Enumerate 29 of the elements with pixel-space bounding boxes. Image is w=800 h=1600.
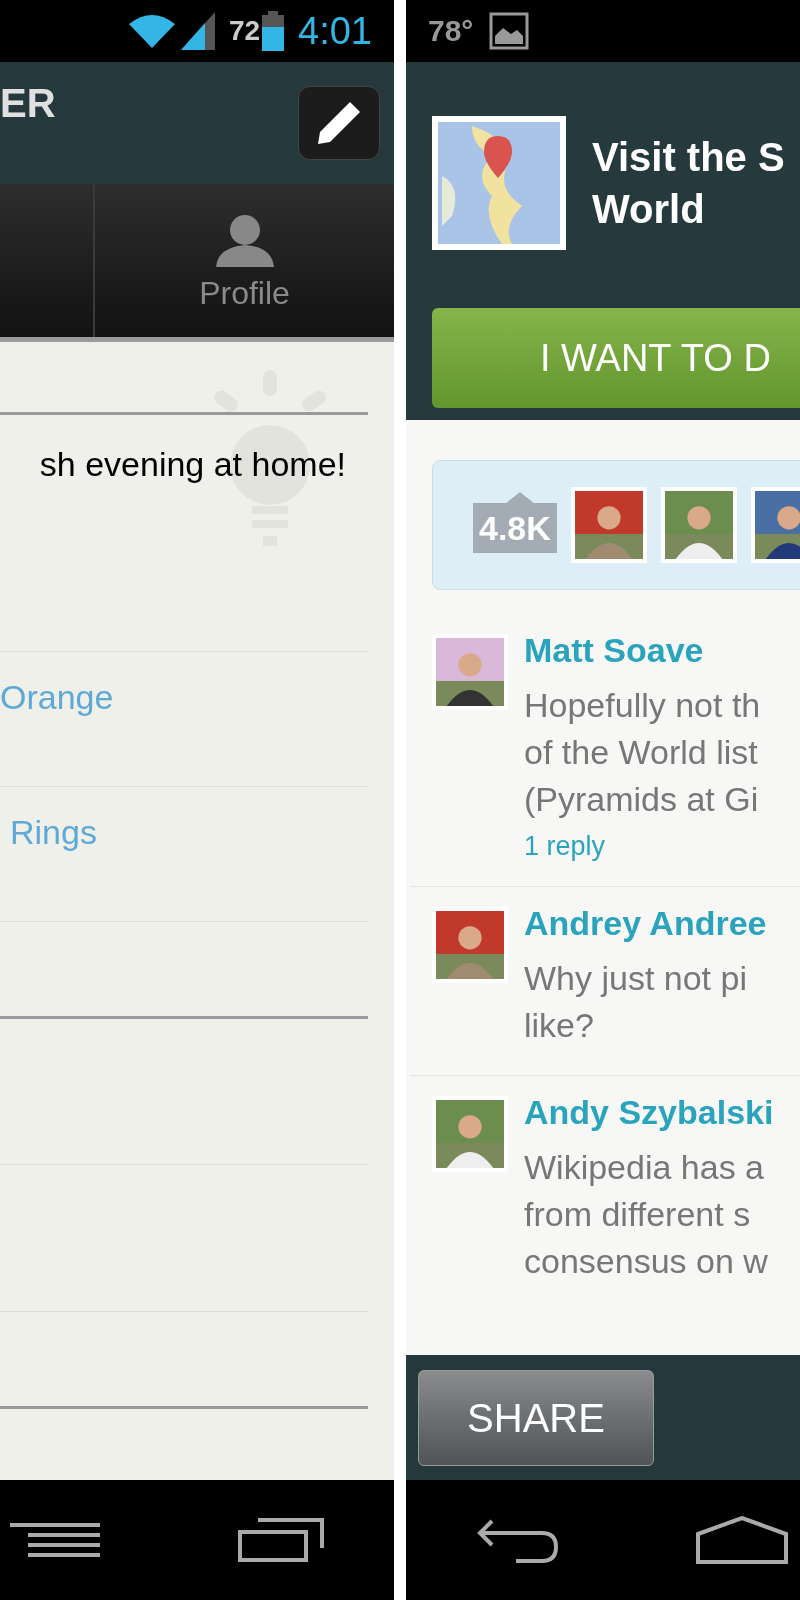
share-button[interactable]: SHARE [418,1369,654,1466]
offer-title: Visit the S [592,134,785,181]
comment-author[interactable]: Andy Szybalski [524,1090,774,1134]
comment-text: Why just not pi like? [524,958,748,1046]
battery-level: 72 [228,17,261,45]
clock: 4:01 [298,12,372,50]
list-item-link[interactable]: Rings [0,815,97,921]
list-item-link[interactable]: Orange [0,680,114,786]
temperature: 78° [428,16,474,46]
back-icon[interactable] [476,1517,560,1563]
menu-icon[interactable] [10,1523,100,1557]
wifi-icon [126,12,177,50]
home-icon[interactable] [696,1516,788,1564]
replies-link[interactable]: 1 reply [524,833,761,860]
edit-button[interactable] [298,86,380,160]
comment-author[interactable]: Matt Soave [524,628,761,672]
person-icon [213,212,276,267]
want-to-do-button[interactable]: I WANT TO D [432,308,800,408]
offer-title: World [592,186,706,233]
post-text: sh evening at home! [39,447,346,481]
image-icon [489,12,530,50]
badge-notch-icon [505,492,535,504]
battery-icon [262,11,285,51]
comment-text: Hopefully not th of the World list (Pyramids at Gi [524,685,761,820]
recent-apps-icon[interactable] [238,1518,324,1562]
signal-icon [180,12,215,50]
comment-author[interactable]: Andrey Andree [524,901,767,945]
comment-text: Wikipedia has a from different s consensus on w [524,1147,769,1282]
app-title: ER [0,83,56,123]
